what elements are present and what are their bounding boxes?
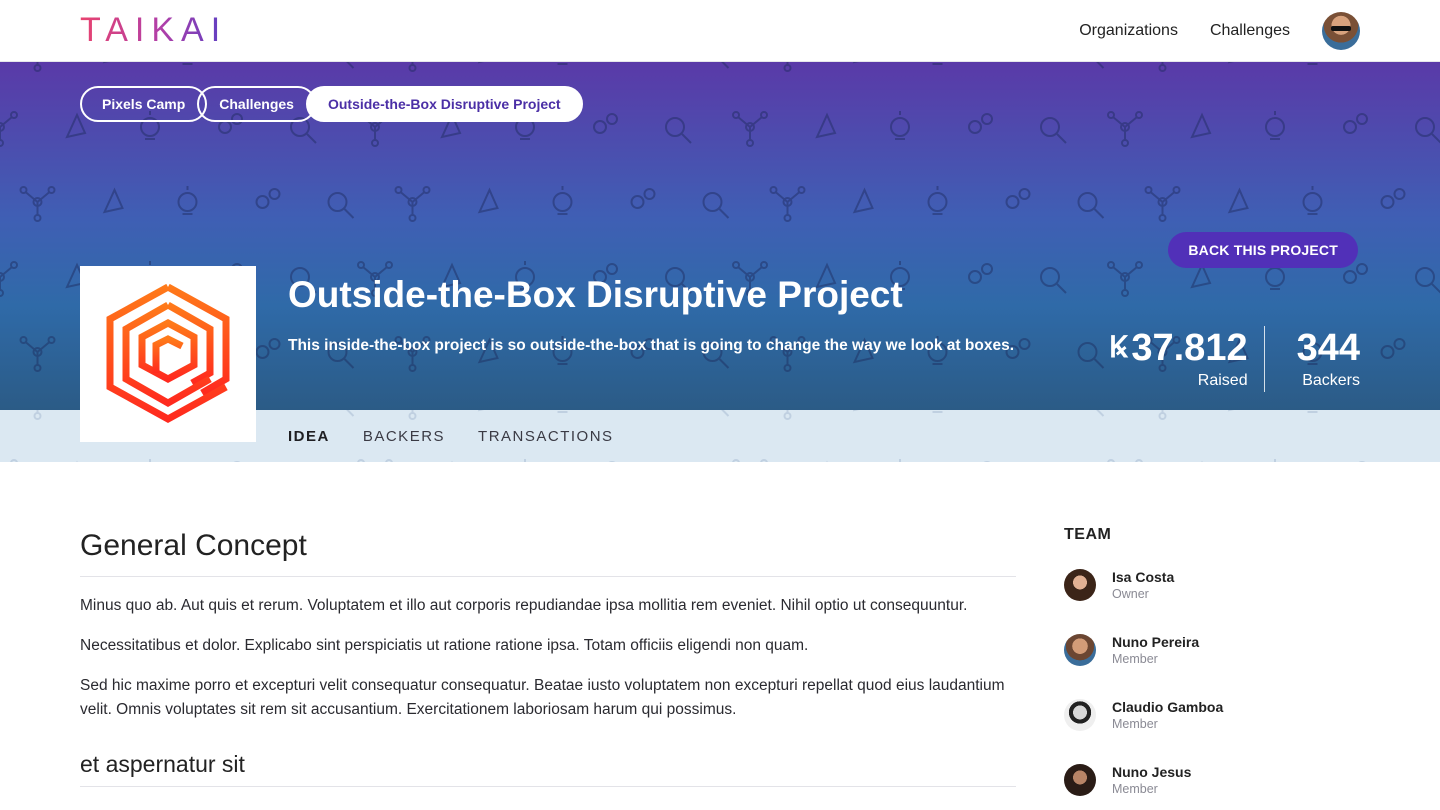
member-info: Isa Costa Owner [1112,568,1174,602]
kaiban-currency-icon: Ꝃ [1108,331,1128,364]
member-avatar [1064,634,1096,666]
user-avatar[interactable] [1322,12,1360,50]
project-title: Outside-the-Box Disruptive Project [288,274,903,315]
backers-count: 344 [1296,327,1360,369]
member-name: Nuno Jesus [1112,764,1192,780]
breadcrumb: Pixels Camp Challenges Outside-the-Box D… [80,86,583,122]
member-info: Claudio Gamboa Member [1112,698,1223,732]
description-paragraph: Minus quo ab. Aut quis et rerum. Volupta… [80,597,968,614]
top-navigation: TAIKAI Organizations Challenges [0,0,1440,62]
breadcrumb-challenges[interactable]: Challenges [197,86,316,122]
nav-links: Organizations Challenges [1079,0,1290,62]
member-name: Claudio Gamboa [1112,699,1224,715]
team-member[interactable]: Nuno Pereira Member [1064,624,1360,676]
team-title: TEAM [1064,526,1112,543]
member-role: Member [1112,717,1158,731]
member-avatar [1064,569,1096,601]
breadcrumb-pixels-camp[interactable]: Pixels Camp [80,86,208,122]
team-member[interactable]: Isa Costa Owner [1064,559,1360,611]
member-info: Nuno Jesus Member [1112,763,1191,797]
section-subheading: et aspernatur sit [80,748,1016,787]
raised-value-row: Ꝃ 37.812 [1109,326,1248,370]
raised-stat: Ꝃ 37.812 Raised [1109,326,1248,392]
tab-backers[interactable]: BACKERS [363,428,445,445]
section-heading: General Concept [80,524,1016,577]
member-info: Nuno Pereira Member [1112,633,1199,667]
tabs: IDEA BACKERS TRANSACTIONS [288,410,614,462]
member-role: Member [1112,652,1158,666]
tab-idea[interactable]: IDEA [288,428,330,445]
member-name: Nuno Pereira [1112,634,1200,650]
project-description: General Concept Minus quo ab. Aut quis e… [80,524,1016,787]
nav-link-challenges[interactable]: Challenges [1210,22,1290,40]
backers-stat: 344 Backers [1297,326,1360,392]
project-stats: Ꝃ 37.812 Raised 344 Backers [1109,326,1360,392]
team-member[interactable]: Claudio Gamboa Member [1064,689,1360,741]
nav-link-organizations[interactable]: Organizations [1079,22,1178,40]
raised-amount: 37.812 [1131,327,1248,369]
member-avatar [1064,764,1096,796]
tab-transactions[interactable]: TRANSACTIONS [478,428,614,445]
stats-divider [1263,326,1265,392]
description-paragraph: Necessitatibus et dolor. Explicabo sint … [80,637,809,654]
logo-text: TAIKAI [80,11,228,49]
taikai-logo[interactable]: TAIKAI [80,11,228,49]
back-project-button[interactable]: BACK THIS PROJECT [1168,232,1358,268]
backers-label: Backers [1302,372,1360,389]
hexagon-cube-icon [106,283,230,423]
description-paragraph: Sed hic maxime porro et excepturi velit … [80,677,1005,718]
project-subtitle: This inside-the-box project is so outsid… [288,337,1015,354]
team-member[interactable]: Nuno Jesus Member [1064,754,1360,806]
raised-label: Raised [1197,372,1248,389]
member-role: Owner [1112,587,1149,601]
avatar-glasses [1331,26,1351,31]
team-sidebar: TEAM Isa Costa Owner Nuno Pereira Member… [1064,524,1360,806]
project-logo [80,266,256,442]
breadcrumb-current-project[interactable]: Outside-the-Box Disruptive Project [305,86,583,122]
member-role: Member [1112,782,1158,796]
member-avatar [1064,699,1096,731]
member-name: Isa Costa [1112,569,1175,585]
